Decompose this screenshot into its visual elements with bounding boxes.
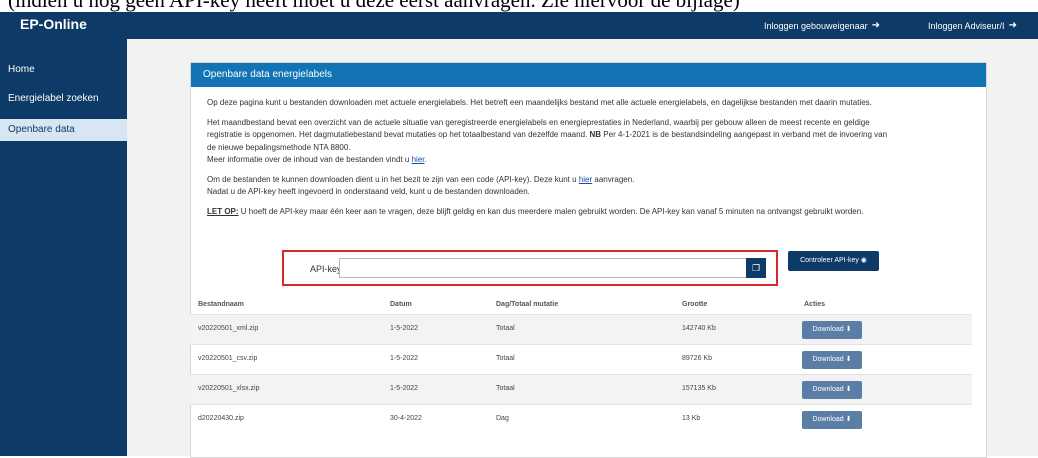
table-row: v20220501_xlsx.zip 1-5-2022 Totaal 15713… bbox=[190, 374, 972, 404]
files-table: Bestandnaam Datum Dag/Totaal mutatie Gro… bbox=[190, 294, 972, 434]
table-header: Bestandnaam Datum Dag/Totaal mutatie Gro… bbox=[190, 294, 972, 314]
panel-body: Op deze pagina kunt u bestanden download… bbox=[207, 97, 972, 225]
column-header-mutation-type: Dag/Totaal mutatie bbox=[496, 301, 559, 308]
info-paragraph: Het maandbestand bevat een overzicht van… bbox=[207, 117, 972, 167]
info-line: registratie is opgenomen. Het dagmutatie… bbox=[207, 129, 972, 142]
login-owner-link[interactable]: Inloggen gebouweigenaar ➜ bbox=[764, 20, 880, 31]
file-name: d20220430.zip bbox=[198, 415, 244, 422]
column-header-actions: Acties bbox=[804, 301, 826, 308]
file-name: v20220501_xlsx.zip bbox=[198, 385, 260, 392]
info-text: Meer informatie over de inhoud van de be… bbox=[207, 155, 410, 164]
more-info-link[interactable]: hier bbox=[412, 155, 425, 164]
file-date: 1-5-2022 bbox=[390, 325, 419, 332]
file-name: v20220501_csv.zip bbox=[198, 355, 258, 362]
warning-text: U hoeft de API-key maar één keer aan te … bbox=[240, 206, 864, 216]
info-text: . bbox=[424, 155, 427, 164]
request-api-key-link[interactable]: hier bbox=[579, 175, 592, 184]
top-navbar: EP-Online Inloggen gebouweigenaar ➜ Inlo… bbox=[0, 12, 1038, 39]
file-mutation-type: Totaal bbox=[496, 325, 515, 332]
download-icon: ⬇ bbox=[845, 416, 852, 423]
file-mutation-type: Dag bbox=[496, 415, 509, 422]
download-label: Download bbox=[812, 326, 844, 333]
check-api-key-button[interactable]: Controleer API-key ◉ bbox=[788, 251, 879, 271]
file-date: 1-5-2022 bbox=[390, 385, 419, 392]
api-key-label: API-key bbox=[310, 264, 342, 274]
sign-in-icon: ➜ bbox=[1008, 20, 1017, 31]
warning-label: LET OP: bbox=[207, 206, 239, 216]
file-size: 13 Kb bbox=[682, 415, 701, 422]
api-key-input[interactable] bbox=[339, 258, 748, 278]
eye-icon: ◉ bbox=[860, 257, 867, 264]
column-header-size: Grootte bbox=[682, 301, 708, 308]
download-label: Download bbox=[812, 386, 844, 393]
download-icon: ⬇ bbox=[845, 386, 852, 393]
info-text: Per 4-1-2021 is de bestandsindeling aang… bbox=[603, 130, 888, 139]
file-size: 157135 Kb bbox=[682, 385, 716, 392]
login-advisor-link[interactable]: Inloggen Adviseur/I ➜ bbox=[928, 20, 1017, 31]
table-row: v20220501_xml.zip 1-5-2022 Totaal 142740… bbox=[190, 314, 972, 344]
file-date: 1-5-2022 bbox=[390, 355, 419, 362]
download-icon: ⬇ bbox=[845, 356, 852, 363]
info-line: de nieuwe bepalingsmethode NTA 8800. bbox=[207, 142, 351, 152]
info-line: Het maandbestand bevat een overzicht van… bbox=[207, 117, 870, 127]
info-text: registratie is opgenomen. Het dagmutatie… bbox=[207, 130, 588, 139]
table-row: v20220501_csv.zip 1-5-2022 Totaal 89726 … bbox=[190, 344, 972, 374]
api-instruction-text: aanvragen. bbox=[594, 174, 635, 184]
download-button[interactable]: Download ⬇ bbox=[802, 321, 862, 339]
download-icon: ⬇ bbox=[845, 326, 852, 333]
intro-paragraph: Op deze pagina kunt u bestanden download… bbox=[207, 98, 872, 107]
document-text: (indien u nog geen API-key heeft moet u … bbox=[8, 0, 740, 12]
file-date: 30-4-2022 bbox=[390, 415, 422, 422]
file-size: 142740 Kb bbox=[682, 325, 716, 332]
info-line: Meer informatie over de inhoud van de be… bbox=[207, 154, 972, 167]
nb-label: NB bbox=[589, 130, 602, 139]
sidebar: Home Energielabel zoeken Openbare data bbox=[0, 39, 127, 456]
api-instruction-text: Om de bestanden te kunnen downloaden die… bbox=[207, 174, 577, 184]
column-header-filename: Bestandnaam bbox=[198, 301, 244, 308]
download-button[interactable]: Download ⬇ bbox=[802, 381, 862, 399]
sidebar-item-home[interactable]: Home bbox=[0, 59, 127, 81]
sidebar-item-openbare-data[interactable]: Openbare data bbox=[0, 119, 127, 141]
api-key-highlight-box: API-key ❐ bbox=[282, 250, 778, 286]
check-api-key-label: Controleer API-key bbox=[800, 257, 859, 264]
paste-button[interactable]: ❐ bbox=[746, 258, 766, 278]
paste-icon: ❐ bbox=[751, 263, 761, 273]
download-button[interactable]: Download ⬇ bbox=[802, 351, 862, 369]
download-label: Download bbox=[812, 356, 844, 363]
table-row: d20220430.zip 30-4-2022 Dag 13 Kb Downlo… bbox=[190, 404, 972, 434]
api-instruction-line: Nadat u de API-key heeft ingevoerd in on… bbox=[207, 187, 530, 196]
document-text-fragment: (indien u nog geen API-key heeft moet u … bbox=[0, 0, 1038, 12]
api-instructions: Om de bestanden te kunnen downloaden die… bbox=[207, 174, 972, 199]
file-mutation-type: Totaal bbox=[496, 385, 515, 392]
column-header-date: Datum bbox=[390, 301, 412, 308]
panel-title: Openbare data energielabels bbox=[191, 63, 986, 87]
login-owner-label: Inloggen gebouweigenaar bbox=[764, 20, 868, 31]
file-mutation-type: Totaal bbox=[496, 355, 515, 362]
sign-in-icon: ➜ bbox=[871, 20, 880, 31]
warning-paragraph: LET OP: U hoeft de API-key maar één keer… bbox=[207, 206, 972, 219]
download-button[interactable]: Download ⬇ bbox=[802, 411, 862, 429]
file-size: 89726 Kb bbox=[682, 355, 712, 362]
login-advisor-label: Inloggen Adviseur/I bbox=[928, 20, 1005, 31]
download-label: Download bbox=[812, 416, 844, 423]
file-name: v20220501_xml.zip bbox=[198, 325, 259, 332]
brand-logo[interactable]: EP-Online bbox=[20, 16, 87, 32]
api-instruction-line: Om de bestanden te kunnen downloaden die… bbox=[207, 174, 972, 187]
sidebar-item-energielabel-zoeken[interactable]: Energielabel zoeken bbox=[0, 88, 127, 110]
